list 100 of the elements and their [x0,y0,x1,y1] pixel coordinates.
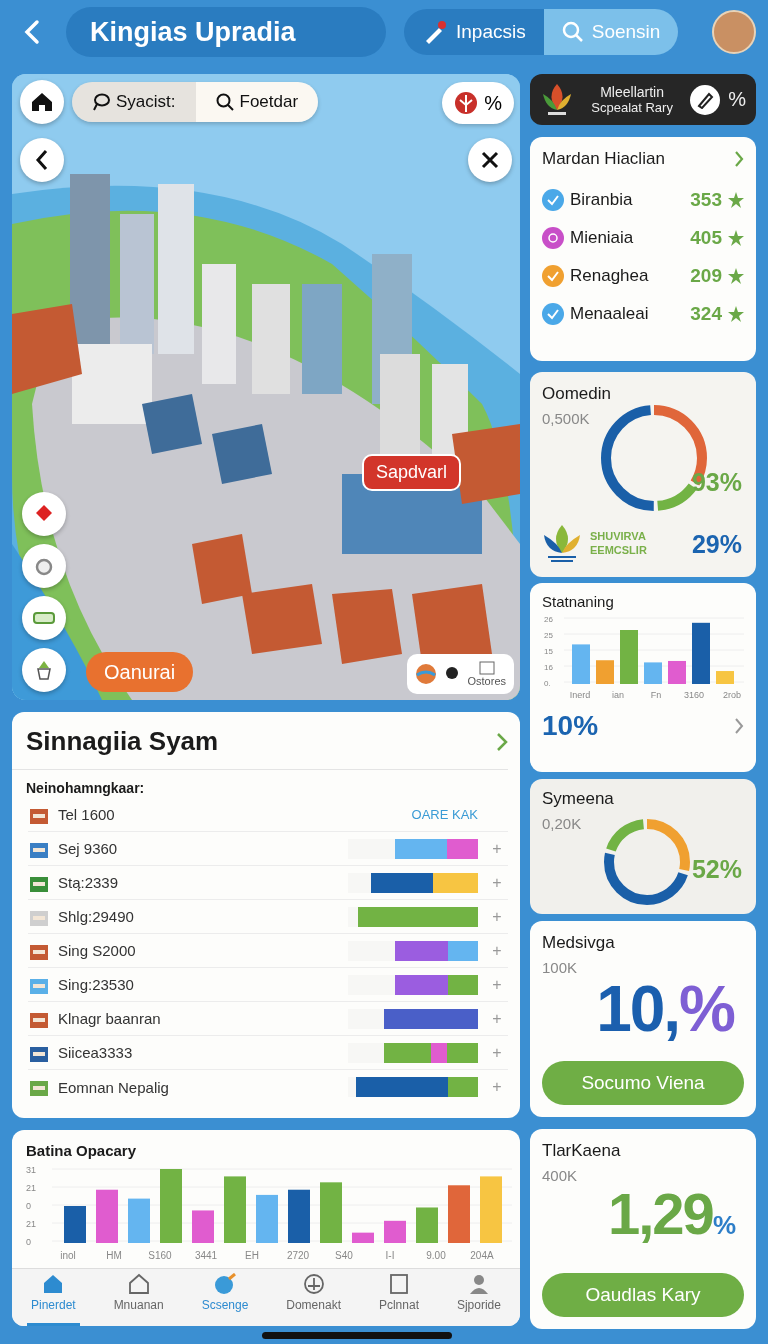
nav-item[interactable]: Pinerdet [26,1269,80,1326]
card-title: Symeena [542,789,615,809]
star-icon [728,306,744,322]
item-name: Biranbia [570,190,633,210]
nav-item[interactable]: Scsenge [197,1269,253,1326]
action-button[interactable]: Oaudlas Kary [542,1273,744,1317]
row-label: Siicea3333 [58,1044,133,1061]
speech-bubble-icon [92,93,110,111]
amount-label: 100K [542,959,579,976]
axis-label: 0 [26,1237,31,1247]
axis-label: HM [106,1250,122,1261]
leaf-icon [454,91,479,115]
axis-label: 16 [544,663,553,672]
big-value: 1,29 [608,1180,713,1247]
card-title: Mardan Hiaclian [542,149,665,169]
axis-label: S160 [148,1250,172,1261]
promo-title: Mleellartin [600,84,664,100]
nav-item[interactable]: Pclnnat [374,1269,423,1326]
tab[interactable]: Foetdar [195,82,319,122]
card-title: Medsivga [542,933,616,953]
axis-label: 31 [26,1165,36,1175]
nav-item[interactable]: Sjporide [452,1269,505,1326]
score: 209 [690,265,722,287]
percent-label: % [728,88,746,111]
item-name: Renaghea [570,266,649,286]
add-button[interactable]: + [486,906,508,927]
link[interactable]: OARE KAK [411,807,478,822]
home-icon [32,93,52,111]
add-button[interactable]: + [486,872,508,893]
section-title: Sinnagiia Syam [26,726,219,757]
score: 324 [690,303,722,325]
leaf-logo-icon [542,523,582,563]
axis-label: 25 [544,631,553,640]
axis-label: 21 [26,1219,36,1229]
axis-label: Inerd [569,690,591,700]
tab[interactable]: Syacist: [72,82,196,122]
axis-label: 2720 [286,1250,310,1261]
row-label: Stą:2339 [58,874,119,891]
globe-icon [415,663,438,685]
big-value: 10, [596,972,680,1046]
star-icon [728,268,744,284]
chevron-left-icon [35,149,49,171]
row-label: Sing:23530 [58,976,134,993]
card-title: TlarKaena [542,1141,622,1161]
chart-title: Batina Opacary [25,1141,138,1159]
axis-label: 9.00 [426,1250,446,1261]
person-icon [467,1273,490,1295]
nav-item[interactable]: Domenakt [282,1269,345,1326]
page-title: Kingias Upradia [66,7,386,57]
axis-label: EH [245,1250,259,1261]
row-label: Klnagr baanran [58,1010,161,1027]
map-widget[interactable]: Ostores [407,654,514,694]
axis-label: 21 [26,1183,36,1193]
promo-subtitle: Scpealat Rary [591,100,673,115]
nav-item[interactable]: Mnuanan [109,1269,168,1326]
unit-label: % [712,1210,736,1240]
axis-label: inol [60,1250,76,1261]
add-button[interactable]: + [486,1008,508,1029]
tab[interactable]: Soensin [543,9,679,55]
map-marker-label[interactable]: Sapdvarl [362,454,462,491]
home-icon [42,1273,65,1295]
search-icon [215,93,234,111]
percent-value: 10% [542,710,599,742]
axis-label: I-I [385,1250,395,1261]
score: 353 [690,189,722,211]
percent-value: 29% [691,530,742,559]
axis-label: 3441 [194,1250,218,1261]
percent-value: 52% [691,855,742,884]
tab[interactable]: Inpacsis [404,9,544,55]
section-subtitle: Neinohamngkaar: [25,779,146,798]
add-button[interactable]: + [486,940,508,961]
row-label: Tel 1600 [58,806,115,823]
axis-label: 0. [544,679,551,688]
chevron-right-icon [734,717,744,735]
axis-label: 3160 [684,690,704,700]
axis-label: ian [612,690,624,700]
brand-name: SHUVIRVA EEMCSLIR [590,528,647,558]
row-label: Shlg:29490 [58,908,134,925]
action-button[interactable]: Socumo Viena [542,1061,744,1105]
percent-value: 93% [691,468,742,497]
add-button[interactable]: + [486,838,508,859]
axis-label: 26 [544,615,553,624]
unit-label: % [679,972,736,1046]
axis-label: 204A [470,1250,494,1261]
add-button[interactable]: + [486,1042,508,1063]
row-label: Sej 9360 [58,840,118,857]
add-button[interactable]: + [486,1077,508,1097]
star-icon [728,230,744,246]
row-label: Sing S2000 [58,942,136,959]
score: 405 [690,227,722,249]
comet-icon [213,1273,236,1295]
chevron-left-icon [23,19,41,45]
card-title: Oomedin [542,384,612,404]
add-button[interactable]: + [486,974,508,995]
chevron-right-icon [734,150,744,168]
amount-label: 0,20K [542,815,583,832]
action-button[interactable]: Oanurai [86,652,194,692]
star-icon [728,192,744,208]
card-title: Statnaning [542,593,615,610]
avatar[interactable] [712,10,756,54]
